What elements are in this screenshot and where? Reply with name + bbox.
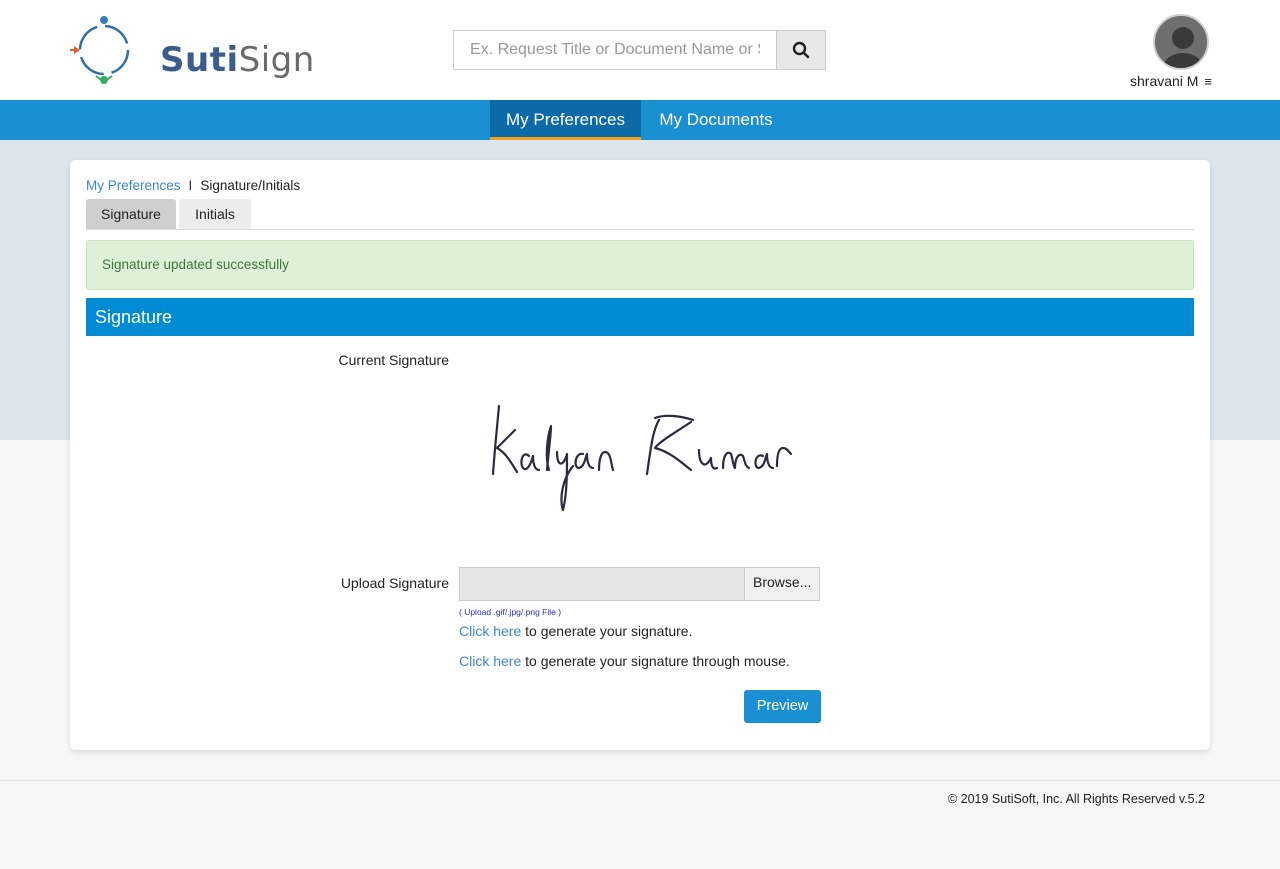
generate-signature-text: to generate your signature. [521,623,693,639]
generate-signature-mouse-line: Click here to generate your signature th… [459,653,790,669]
current-signature-image [459,378,819,528]
search-input[interactable] [454,31,777,69]
generate-signature-mouse-link[interactable]: Click here [459,653,521,669]
sutisign-logo[interactable]: SutiSign [68,12,314,88]
breadcrumb-my-preferences-link[interactable]: My Preferences [86,178,181,193]
file-upload: Browse... [459,567,820,601]
breadcrumb: My Preferences I Signature/Initials [86,178,300,193]
preview-button[interactable]: Preview [744,690,821,723]
user-name[interactable]: shravani M ≡ [1130,73,1212,89]
upload-signature-label: Upload Signature [340,575,449,591]
hamburger-menu-icon[interactable]: ≡ [1204,74,1212,89]
preferences-card: My Preferences I Signature/Initials Signat… [70,160,1210,750]
generate-signature-mouse-text: to generate your signature through mouse… [521,653,790,669]
tab-my-documents[interactable]: My Documents [641,100,791,140]
logo-text: SutiSign [160,40,315,80]
generate-signature-line: Click here to generate your signature. [459,623,692,639]
search-icon [792,41,810,59]
tab-initials[interactable]: Initials [179,199,251,229]
upload-hint: ( Upload .gif/.jpg/.png File ) [459,607,562,617]
search-bar [453,30,826,70]
footer-divider [0,780,1280,781]
browse-button[interactable]: Browse... [744,568,819,600]
main-nav: My Preferences My Documents [0,100,1280,140]
user-menu[interactable]: shravani M ≡ [1120,14,1240,94]
avatar[interactable] [1153,14,1209,70]
breadcrumb-current: Signature/Initials [200,178,301,193]
current-signature-label: Current Signature [338,352,449,368]
file-path-field[interactable] [460,568,745,600]
signature-subtabs: Signature Initials [86,199,1194,230]
breadcrumb-separator: I [188,178,193,193]
search-button[interactable] [776,31,825,69]
success-alert: Signature updated successfully [86,240,1194,290]
signature-image [491,404,793,512]
tab-signature[interactable]: Signature [86,199,176,229]
footer-copyright: © 2019 SutiSoft, Inc. All Rights Reserve… [947,792,1205,806]
generate-signature-link[interactable]: Click here [459,623,521,639]
header: SutiSign shravani M ≡ [0,0,1280,100]
section-title: Signature [86,298,1194,336]
tab-my-preferences[interactable]: My Preferences [490,100,641,140]
user-avatar-icon [1155,16,1207,68]
